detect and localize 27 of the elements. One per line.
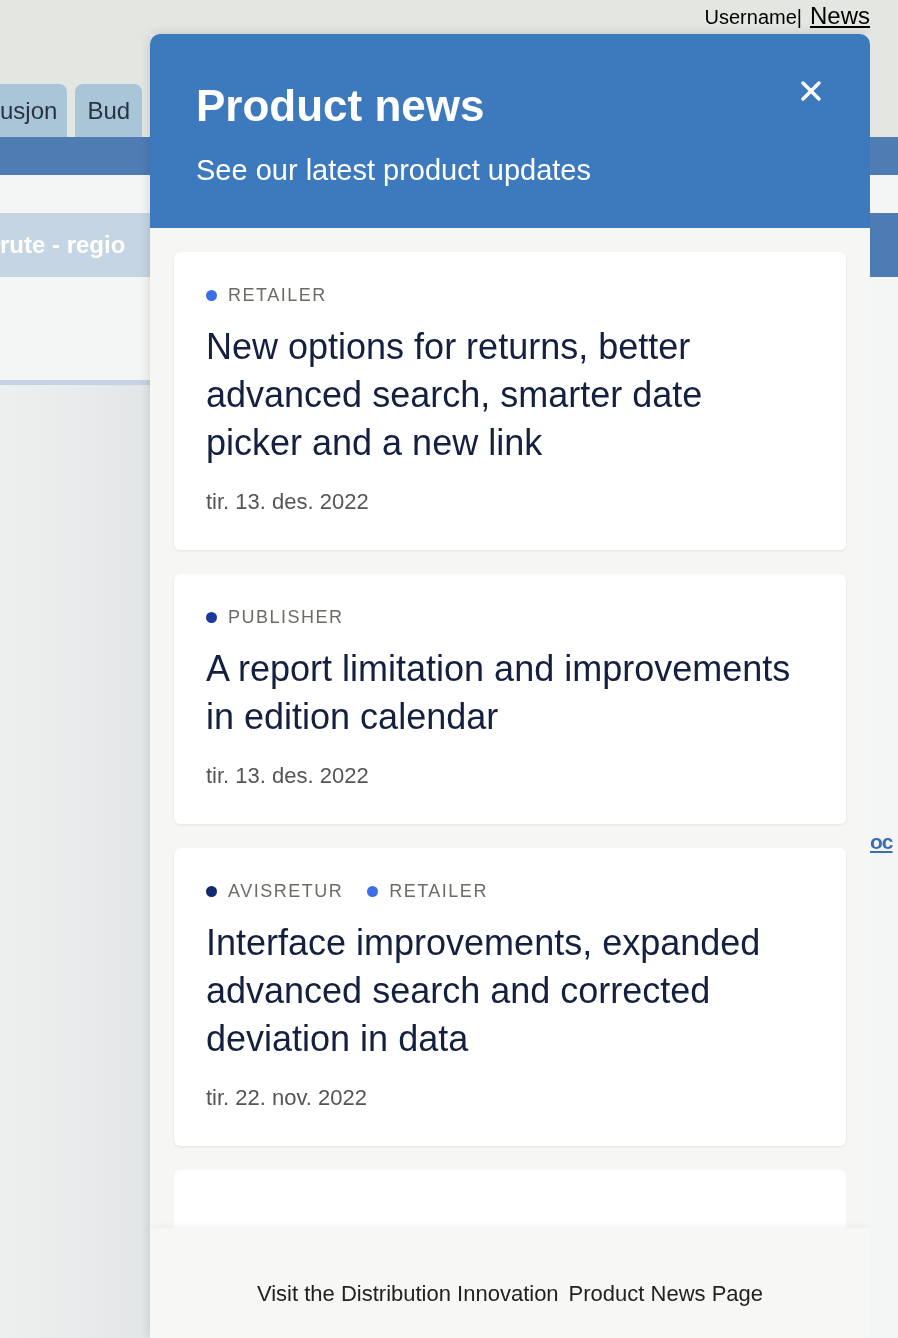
news-card[interactable]: AVISRETUR RETAILER Interface improvements, expanded advanced search and corrected deviation in data tir. 22. nov. 2022 <box>174 848 846 1146</box>
news-date: tir. 13. des. 2022 <box>206 762 370 790</box>
close-icon <box>800 80 822 102</box>
news-date: tir. 22. nov. 2022 <box>206 1084 369 1112</box>
category-label: PUBLISHER <box>228 606 344 629</box>
nav-bar <box>870 137 898 175</box>
category-label: RETAILER <box>228 284 327 307</box>
tab[interactable]: usjon <box>0 84 68 137</box>
section-heading: rute - regio <box>0 230 126 260</box>
news-link[interactable]: News <box>810 2 870 30</box>
username-label: Username| <box>704 5 802 30</box>
news-date: tir. 13. des. 2022 <box>206 488 370 516</box>
tab[interactable]: Bud <box>75 84 143 137</box>
news-title: Interface improvements, expanded advanced search and corrected deviation in data <box>206 921 762 1061</box>
product-news-link[interactable]: Product News Page <box>568 1276 764 1310</box>
content-area <box>870 175 898 213</box>
section-band <box>870 213 898 277</box>
news-card[interactable]: RETAILER New options for returns, better advanced search, smarter date picker and a new link tir. 13. des. 2022 <box>174 252 846 550</box>
link[interactable]: oc <box>870 827 898 857</box>
news-title: A report limitation and improvements in edition calendar <box>206 647 792 739</box>
category-label: RETAILER <box>389 880 488 903</box>
news-title: New options for returns, better advanced search, smarter date picker and a new link <box>206 325 704 465</box>
panel-subtitle: See our latest product updates <box>196 153 591 188</box>
news-card[interactable]: PUBLISHER A report limitation and improvements in edition calendar tir. 13. des. 2022 <box>174 574 846 824</box>
category-label: AVISRETUR <box>228 880 344 903</box>
panel-title: Product news <box>196 80 486 132</box>
footer-text: Visit the Distribution Innovation <box>256 1279 559 1308</box>
